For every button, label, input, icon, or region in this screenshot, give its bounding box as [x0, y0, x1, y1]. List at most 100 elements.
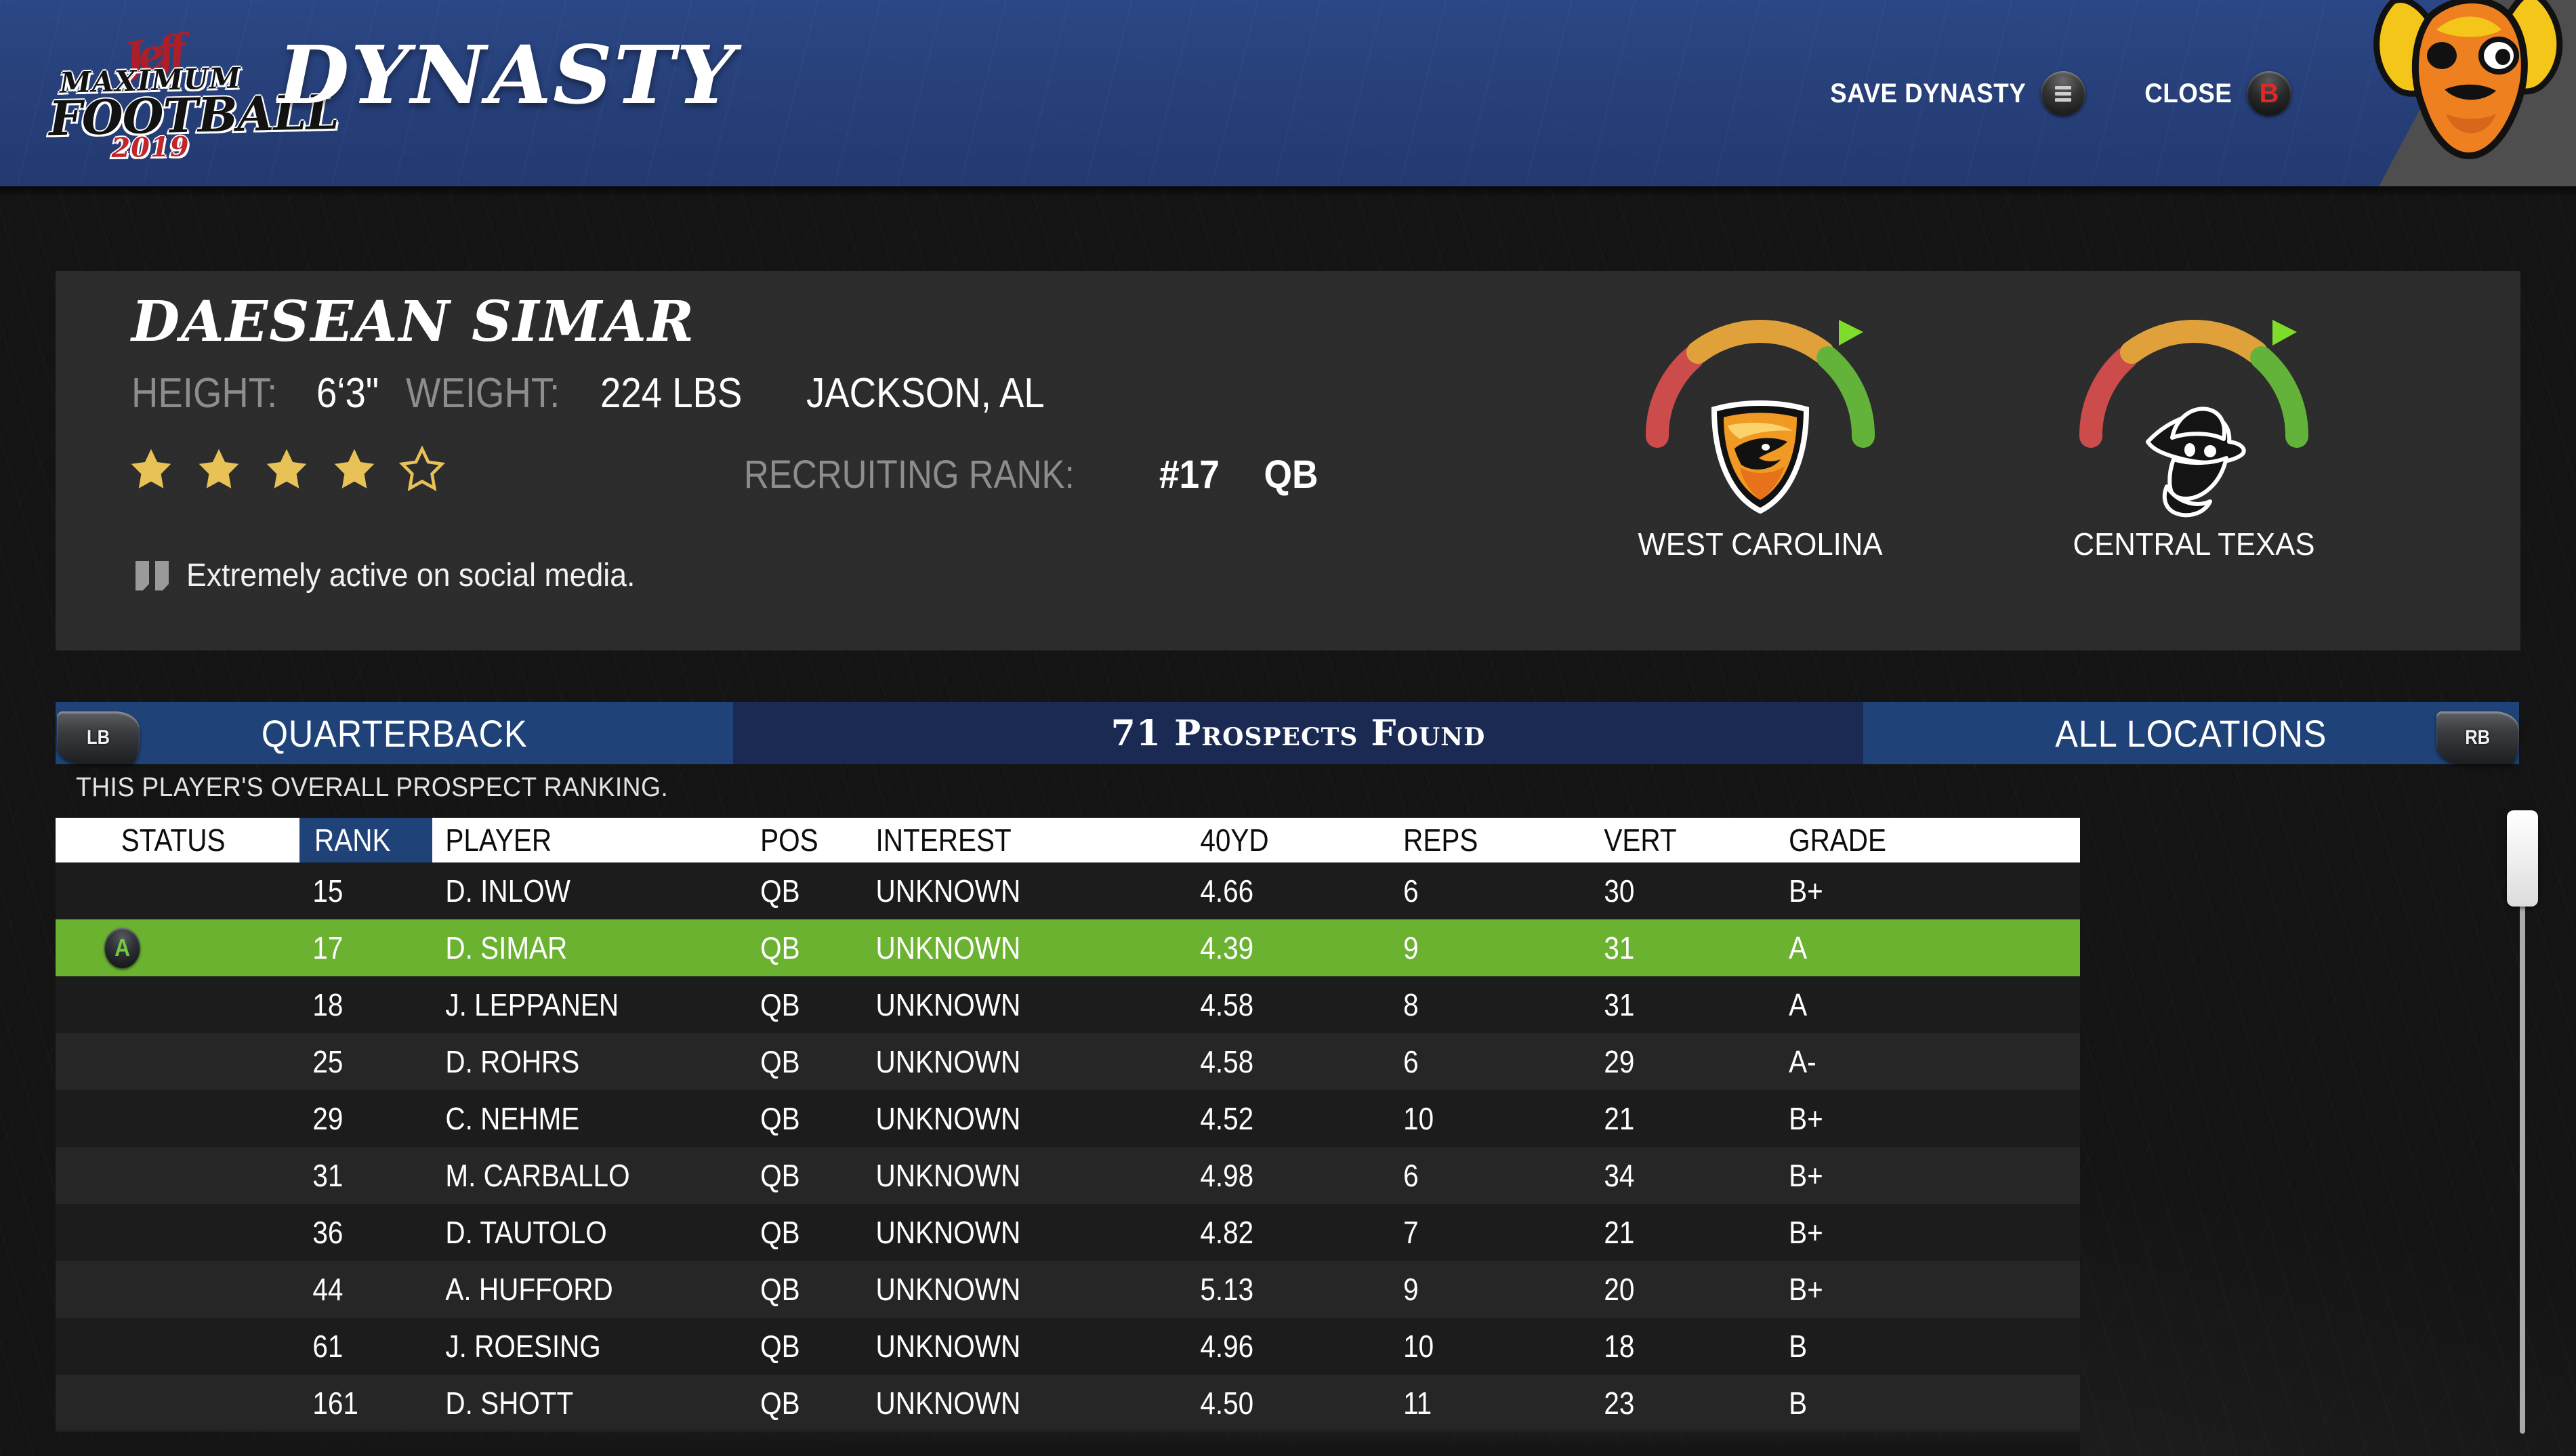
row-vert: 21	[1604, 1215, 1635, 1250]
row-reps: 10	[1403, 1329, 1434, 1364]
ram-mascot-icon	[2373, 0, 2563, 160]
team-name-label: CENTRAL TEXAS	[2073, 526, 2315, 562]
location-filter[interactable]: ALL LOCATIONS	[1863, 702, 2519, 764]
star-icon-filled	[199, 449, 239, 488]
menu-button-icon[interactable]	[2040, 71, 2085, 116]
column-header-rank[interactable]: RANK	[299, 818, 432, 862]
recruiting-rank-value: #17	[1159, 453, 1220, 497]
player-vitals: HEIGHT: 6‘3" WEIGHT: 224 LBS JACKSON, AL	[131, 373, 1077, 415]
table-row[interactable]: 15 D. INLOW QB UNKNOWN 4.66 6 30 B+	[56, 862, 2080, 919]
row-interest: UNKNOWN	[875, 987, 1021, 1022]
team-name-label: WEST CAROLINA	[1638, 526, 1883, 562]
row-40yd: 4.50	[1200, 1386, 1254, 1421]
maximum-football-logo: Jeff MAXIMUM FOOTBALL 2019	[48, 26, 339, 164]
save-dynasty-button[interactable]: SAVE DYNASTY	[1813, 71, 2085, 116]
row-pos: QB	[760, 1215, 800, 1250]
row-reps: 7	[1403, 1215, 1419, 1250]
row-pos: QB	[760, 1044, 800, 1079]
top-bar-actions: SAVE DYNASTY CLOSE B	[1813, 71, 2291, 116]
row-player: D. SHOTT	[445, 1386, 574, 1421]
row-rank: 36	[312, 1215, 344, 1250]
column-header-grade[interactable]: GRADE	[1779, 822, 2018, 858]
filter-nav-bar: QUARTERBACK 71 Prospects Found ALL LOCAT…	[0, 702, 2576, 764]
close-label: CLOSE	[2144, 78, 2232, 108]
table-body: 15 D. INLOW QB UNKNOWN 4.66 6 30 B+ A 17 D. SIMAR Q…	[56, 862, 2080, 1432]
row-vert: 31	[1604, 987, 1635, 1022]
row-interest: UNKNOWN	[875, 1044, 1021, 1079]
row-vert: 21	[1604, 1101, 1635, 1136]
row-reps: 10	[1403, 1101, 1434, 1136]
table-row[interactable]: A 17 D. SIMAR QB UNKNOWN 4.39 9 31 A	[56, 919, 2080, 976]
row-reps: 6	[1403, 1158, 1419, 1193]
star-icon-empty	[398, 445, 446, 492]
row-player: J. ROESING	[445, 1329, 601, 1364]
table-row[interactable]: 161 D. SHOTT QB UNKNOWN 4.50 11 23 B	[56, 1375, 2080, 1432]
row-reps: 9	[1403, 1272, 1419, 1307]
table-scrollbar[interactable]	[2507, 810, 2538, 1434]
prospects-found-label: 71 Prospects Found	[1110, 712, 1486, 754]
row-reps: 11	[1403, 1386, 1432, 1421]
row-rank: 31	[312, 1158, 344, 1193]
table-row[interactable]: 18 J. LEPPANEN QB UNKNOWN 4.58 8 31 A	[56, 976, 2080, 1033]
a-button-icon[interactable]: A	[104, 928, 140, 968]
row-pos: QB	[760, 1386, 800, 1421]
prospect-table: STATUS RANK PLAYER POS INTEREST 40YD REP…	[56, 818, 2080, 1432]
b-button-icon[interactable]: B	[2247, 71, 2291, 116]
column-header-interest[interactable]: INTEREST	[869, 822, 1149, 858]
row-reps: 6	[1403, 1044, 1419, 1079]
table-row[interactable]: 25 D. ROHRS QB UNKNOWN 4.58 6 29 A-	[56, 1033, 2080, 1090]
position-filter[interactable]: QUARTERBACK	[56, 702, 733, 764]
column-header-status[interactable]: STATUS	[56, 822, 270, 858]
row-reps: 6	[1403, 873, 1419, 909]
row-grade: B+	[1789, 873, 1823, 909]
recruiting-rank: RECRUITING RANK: #17 QB	[744, 455, 1321, 495]
row-interest: UNKNOWN	[875, 1101, 1021, 1136]
column-header-vert[interactable]: VERT	[1591, 822, 1757, 858]
column-header-reps[interactable]: REPS	[1389, 822, 1566, 858]
table-row[interactable]: 31 M. CARBALLO QB UNKNOWN 4.98 6 34 B+	[56, 1147, 2080, 1204]
row-pos: QB	[760, 1329, 800, 1364]
weight-label: WEIGHT:	[406, 370, 560, 417]
row-rank: 15	[312, 873, 344, 909]
row-player: D. TAUTOLO	[445, 1215, 607, 1250]
lb-bumper-label: LB	[87, 726, 110, 749]
star-icon-filled	[266, 449, 307, 488]
column-header-40yd[interactable]: 40YD	[1187, 822, 1365, 858]
table-row[interactable]: 61 J. ROESING QB UNKNOWN 4.96 10 18 B	[56, 1318, 2080, 1375]
row-vert: 20	[1604, 1272, 1635, 1307]
column-header-player[interactable]: PLAYER	[432, 822, 713, 858]
star-icon-filled	[131, 449, 171, 488]
interest-gauge-west-carolina: WEST CAROLINA	[1627, 297, 1893, 562]
weight-value: 224 LBS	[600, 370, 742, 417]
row-vert: 29	[1604, 1044, 1635, 1079]
table-header-row: STATUS RANK PLAYER POS INTEREST 40YD REP…	[56, 818, 2080, 862]
row-player: C. NEHME	[445, 1101, 580, 1136]
row-player: D. INLOW	[445, 873, 570, 909]
row-player: M. CARBALLO	[445, 1158, 630, 1193]
a-button-letter: A	[115, 934, 130, 961]
lb-bumper-button[interactable]: LB	[57, 711, 140, 764]
location-filter-label: ALL LOCATIONS	[2055, 711, 2327, 755]
scrollbar-thumb[interactable]	[2507, 810, 2538, 907]
row-40yd: 4.52	[1200, 1101, 1254, 1136]
row-vert: 23	[1604, 1386, 1635, 1421]
rb-bumper-button[interactable]: RB	[2436, 711, 2519, 764]
recruiting-rank-label: RECRUITING RANK:	[744, 453, 1075, 497]
top-bar-shadow	[0, 186, 2576, 197]
row-rank: 25	[312, 1044, 344, 1079]
table-row[interactable]: 36 D. TAUTOLO QB UNKNOWN 4.82 7 21 B+	[56, 1204, 2080, 1261]
page-title: DYNASTY	[278, 28, 737, 122]
row-pos: QB	[760, 1272, 800, 1307]
column-header-pos[interactable]: POS	[751, 822, 854, 858]
row-rank: 161	[312, 1386, 358, 1421]
player-scouting-note: Extremely active on social media.	[136, 557, 669, 594]
row-interest: UNKNOWN	[875, 1386, 1021, 1421]
close-button[interactable]: CLOSE B	[2137, 71, 2291, 116]
table-row[interactable]: 44 A. HUFFORD QB UNKNOWN 5.13 9 20 B+	[56, 1261, 2080, 1318]
table-row[interactable]: 29 C. NEHME QB UNKNOWN 4.52 10 21 B+	[56, 1090, 2080, 1147]
row-vert: 34	[1604, 1158, 1635, 1193]
height-label: HEIGHT:	[131, 370, 278, 417]
interest-gauges: WEST CAROLINA CENTRAL TEXAS	[1627, 297, 2327, 562]
row-status-cell: A	[56, 928, 270, 968]
row-grade: B+	[1789, 1101, 1823, 1136]
